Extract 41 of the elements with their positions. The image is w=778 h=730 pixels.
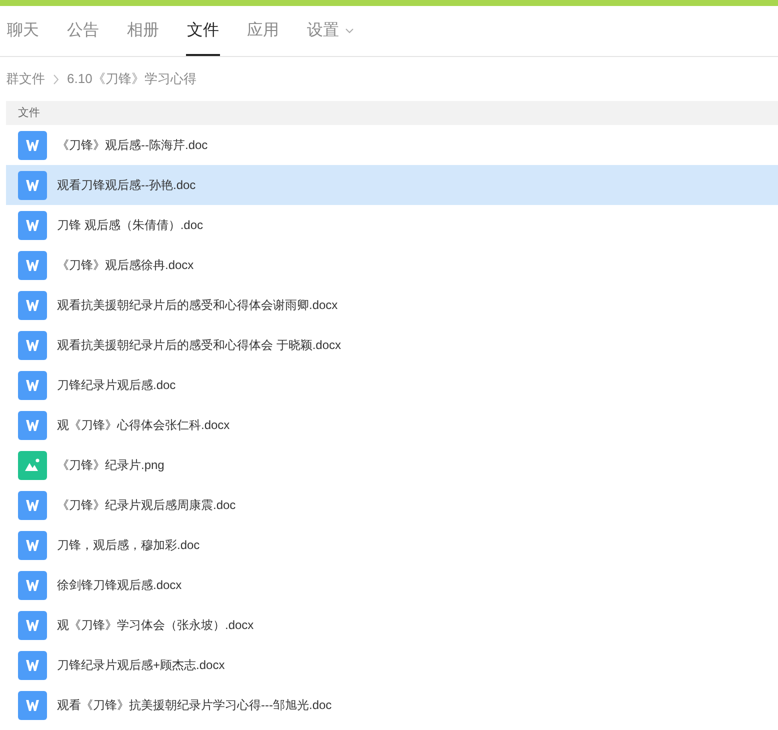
tab[interactable]: 应用: [246, 19, 280, 56]
file-name: 观看抗美援朝纪录片后的感受和心得体会 于晓颖.docx: [57, 337, 342, 354]
column-header: 文件: [18, 106, 40, 121]
file-name: 刀锋，观后感，穆加彩.doc: [57, 537, 200, 554]
file-name: 观看抗美援朝纪录片后的感受和心得体会谢雨卿.docx: [57, 297, 338, 314]
image-file-icon: [18, 450, 47, 480]
word-document-icon: [18, 290, 47, 320]
word-document-icon: [18, 250, 47, 280]
tab[interactable]: 聊天: [6, 19, 40, 56]
file-name: 观看刀锋观后感--孙艳.doc: [57, 177, 196, 194]
file-name: 观《刀锋》心得体会张仁科.docx: [57, 417, 230, 434]
word-document-icon: [18, 130, 47, 160]
file-name: 《刀锋》观后感徐冉.docx: [57, 257, 194, 274]
file-name: 《刀锋》纪录片.png: [57, 457, 164, 474]
word-document-icon: [18, 530, 47, 560]
file-name: 刀锋 观后感（朱倩倩）.doc: [57, 217, 204, 234]
word-document-icon: [18, 370, 47, 400]
file-name: 《刀锋》纪录片观后感周康震.doc: [57, 497, 236, 514]
file-name: 刀锋纪录片观后感.doc: [57, 377, 176, 394]
tab[interactable]: 设置: [306, 19, 355, 56]
chevron-right-icon: [53, 74, 59, 84]
word-document-icon: [18, 210, 47, 240]
breadcrumb-item[interactable]: 6.10《刀锋》学习心得: [67, 69, 196, 89]
word-document-icon: [18, 570, 47, 600]
file-name: 刀锋纪录片观后感+顾杰志.docx: [57, 657, 225, 674]
tab[interactable]: 公告: [66, 19, 100, 56]
file-name: 徐剑锋刀锋观后感.docx: [57, 577, 182, 594]
tab[interactable]: 相册: [126, 19, 160, 56]
word-document-icon: [18, 170, 47, 200]
file-name: 观《刀锋》学习体会（张永坡）.docx: [57, 617, 254, 634]
word-document-icon: [18, 690, 47, 720]
breadcrumb-item[interactable]: 群文件: [6, 69, 45, 89]
word-document-icon: [18, 490, 47, 520]
word-document-icon: [18, 410, 47, 440]
tab[interactable]: 文件: [186, 19, 220, 56]
word-document-icon: [18, 650, 47, 680]
word-document-icon: [18, 330, 47, 360]
word-document-icon: [18, 610, 47, 640]
file-row[interactable]: 观看刀锋观后感--孙艳.doc: [6, 165, 778, 205]
file-name: 《刀锋》观后感--陈海芹.doc: [57, 137, 208, 154]
file-name: 观看《刀锋》抗美援朝纪录片学习心得---邹旭光.doc: [57, 697, 332, 714]
